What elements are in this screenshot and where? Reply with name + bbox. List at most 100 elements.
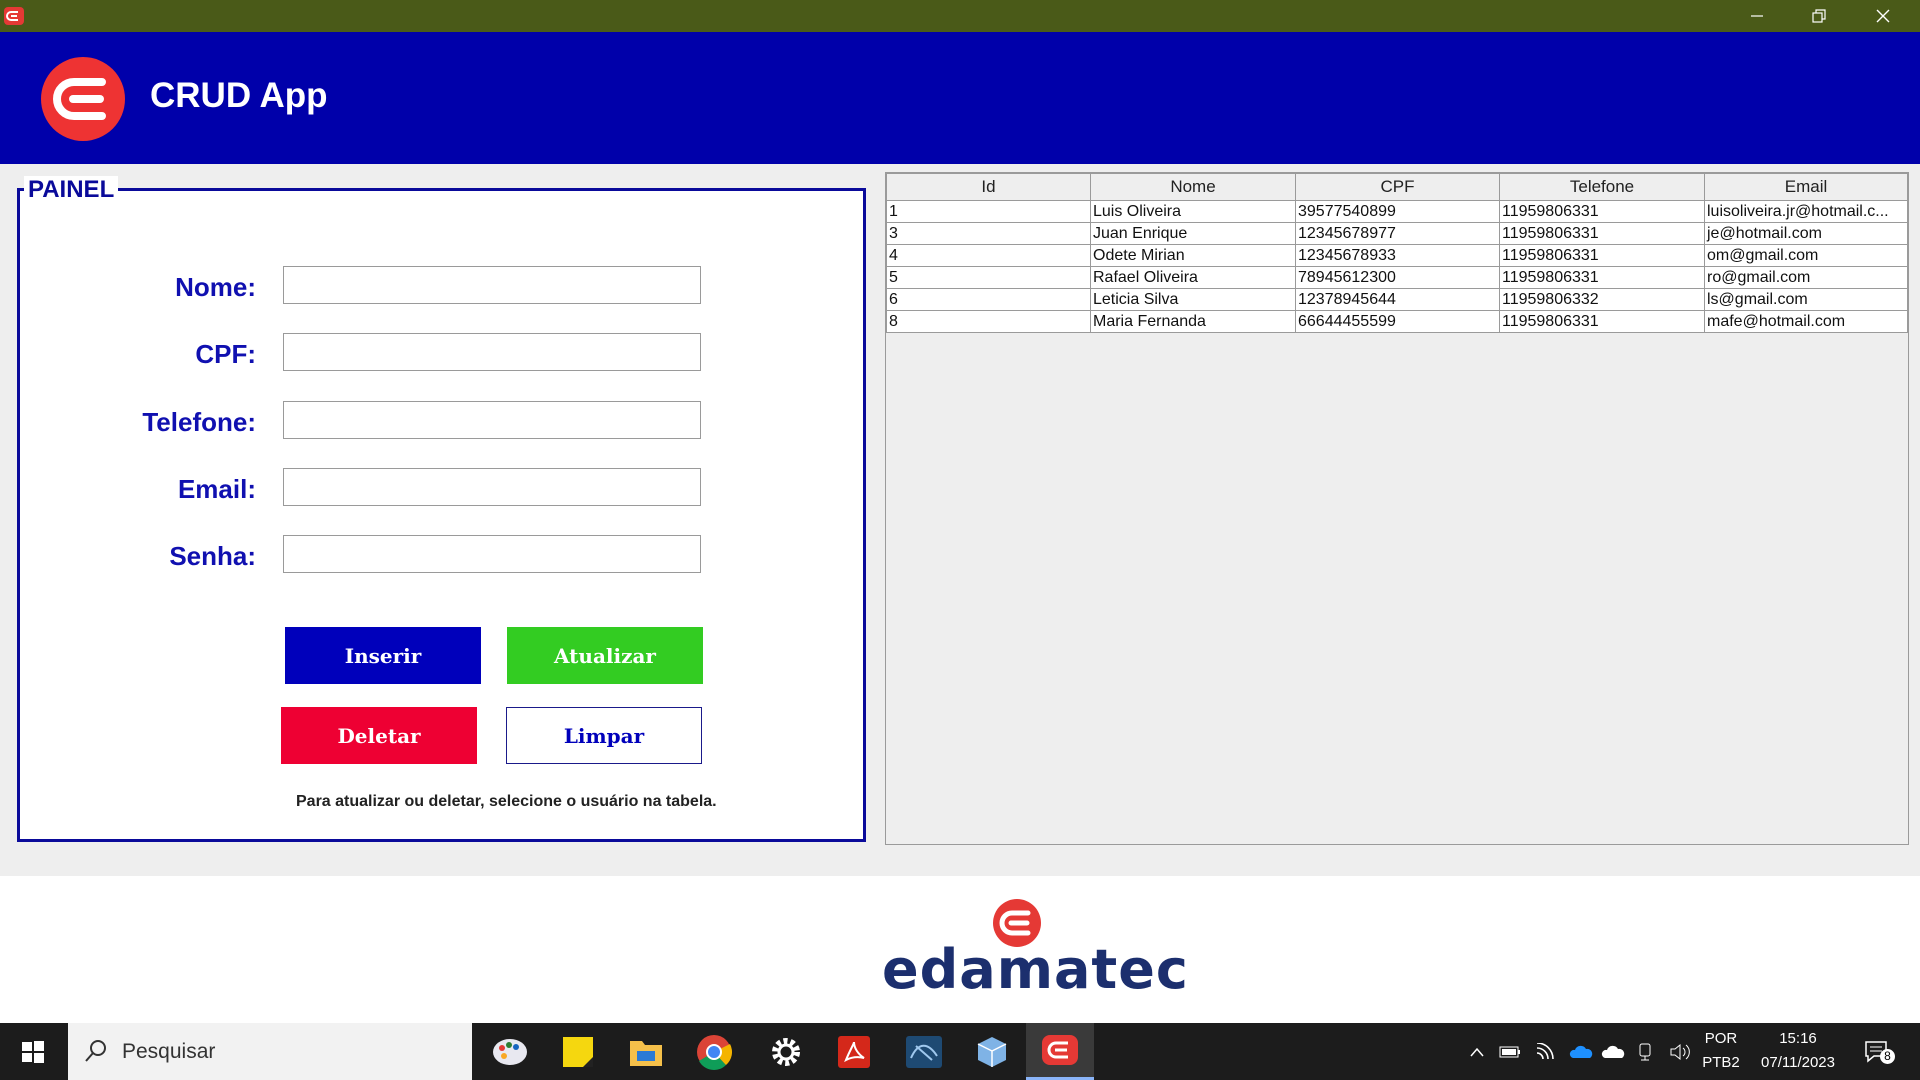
cell-cpf: 12345678933 [1295, 244, 1500, 267]
cell-email: ro@gmail.com [1704, 266, 1908, 289]
cell-telefone: 11959806331 [1499, 266, 1705, 289]
table-row[interactable]: 8 Maria Fernanda 66644455599 11959806331… [886, 310, 1908, 333]
wifi-icon [1536, 1042, 1554, 1059]
table-row[interactable]: 1 Luis Oliveira 39577540899 11959806331 … [886, 200, 1908, 223]
cell-cpf: 39577540899 [1295, 200, 1500, 223]
taskbar: Pesquisar POR PTB2 15:16 07/11/2023 8 [0, 1023, 1920, 1080]
taskbar-app-mysql-workbench[interactable] [890, 1023, 958, 1080]
search-placeholder: Pesquisar [122, 1040, 216, 1063]
taskbar-app-file-explorer[interactable] [612, 1023, 680, 1080]
cell-id: 4 [886, 244, 1091, 267]
chevron-up-icon [1470, 1047, 1484, 1056]
column-header-id[interactable]: Id [886, 173, 1091, 201]
cell-telefone: 11959806332 [1499, 288, 1705, 311]
language-code: POR [1704, 1030, 1738, 1047]
senha-label: Senha: [169, 541, 256, 571]
cell-nome: Luis Oliveira [1090, 200, 1296, 223]
telefone-label: Telefone: [142, 407, 256, 437]
tray-wifi[interactable] [1532, 1023, 1560, 1080]
cell-nome: Juan Enrique [1090, 222, 1296, 245]
table-row[interactable]: 3 Juan Enrique 12345678977 11959806331 j… [886, 222, 1908, 245]
windows-icon [22, 1040, 44, 1063]
cloud-icon [1601, 1045, 1625, 1058]
cell-email: om@gmail.com [1704, 244, 1908, 267]
limpar-button[interactable]: Limpar [506, 707, 702, 764]
cell-telefone: 11959806331 [1499, 222, 1705, 245]
app-header: CRUD App [0, 32, 1920, 164]
cpf-label: CPF: [195, 339, 256, 369]
clock-date: 07/11/2023 [1761, 1054, 1835, 1071]
battery-icon [1499, 1046, 1520, 1057]
taskbar-app-virtualbox[interactable] [958, 1023, 1026, 1080]
minimize-icon [1751, 15, 1763, 17]
cell-email: ls@gmail.com [1704, 288, 1908, 311]
tray-clock[interactable]: 15:16 07/11/2023 [1752, 1027, 1844, 1075]
cell-id: 5 [886, 266, 1091, 289]
tray-onedrive-white[interactable] [1598, 1023, 1628, 1080]
tray-overflow[interactable] [1466, 1023, 1488, 1080]
tray-battery[interactable] [1496, 1023, 1524, 1080]
table-row[interactable]: 5 Rafael Oliveira 78945612300 1195980633… [886, 266, 1908, 289]
panel-legend: PAINEL [24, 176, 119, 204]
start-button[interactable] [0, 1023, 66, 1080]
window-title-bar[interactable] [0, 0, 1920, 32]
edamatec-logo-icon [41, 57, 125, 141]
cell-nome: Maria Fernanda [1090, 310, 1296, 333]
telefone-field[interactable] [283, 401, 701, 439]
tray-notifications[interactable]: 8 [1858, 1023, 1898, 1080]
cell-cpf: 78945612300 [1295, 266, 1500, 289]
cell-telefone: 11959806331 [1499, 200, 1705, 223]
taskbar-app-acrobat[interactable] [820, 1023, 888, 1080]
nome-label: Nome: [175, 272, 256, 302]
taskbar-app-chrome[interactable] [680, 1023, 748, 1080]
cell-nome: Rafael Oliveira [1090, 266, 1296, 289]
inserir-button[interactable]: Inserir [285, 627, 481, 684]
close-button[interactable] [1852, 0, 1914, 32]
senha-field[interactable] [283, 535, 701, 573]
tray-volume[interactable] [1666, 1023, 1694, 1080]
cell-cpf: 66644455599 [1295, 310, 1500, 333]
users-table[interactable]: Id Nome CPF Telefone Email 1 Luis Olivei… [885, 172, 1909, 845]
footer: edamatec [0, 876, 1920, 1023]
keyboard-layout: PTB2 [1702, 1054, 1740, 1071]
edamatec-app-icon [1042, 1035, 1078, 1065]
restore-button[interactable] [1788, 0, 1850, 32]
table-row[interactable]: 4 Odete Mirian 12345678933 11959806331 o… [886, 244, 1908, 267]
tray-meet-now[interactable] [1632, 1023, 1658, 1080]
restore-icon [1812, 9, 1826, 23]
taskbar-search[interactable]: Pesquisar [68, 1023, 472, 1080]
cpf-field[interactable] [283, 333, 701, 371]
taskbar-app-crud[interactable] [1026, 1023, 1094, 1080]
cell-id: 3 [886, 222, 1091, 245]
taskbar-app-settings[interactable] [752, 1023, 820, 1080]
column-header-cpf[interactable]: CPF [1295, 173, 1500, 201]
paint-icon [493, 1038, 527, 1065]
nome-field[interactable] [283, 266, 701, 304]
acrobat-icon [838, 1035, 870, 1068]
cell-nome: Leticia Silva [1090, 288, 1296, 311]
table-row[interactable]: 6 Leticia Silva 12378945644 11959806332 … [886, 288, 1908, 311]
deletar-button[interactable]: Deletar [281, 707, 477, 764]
email-field[interactable] [283, 468, 701, 506]
column-header-nome[interactable]: Nome [1090, 173, 1296, 201]
virtualbox-icon [977, 1036, 1007, 1067]
clock-time: 15:16 [1779, 1030, 1817, 1047]
volume-icon [1670, 1043, 1690, 1060]
meet-now-icon [1639, 1043, 1651, 1060]
table-header-row: Id Nome CPF Telefone Email [886, 173, 1908, 201]
cell-cpf: 12345678977 [1295, 222, 1500, 245]
tray-onedrive-blue[interactable] [1566, 1023, 1596, 1080]
chrome-icon [697, 1034, 732, 1070]
notification-count-badge: 8 [1880, 1049, 1895, 1064]
mysql-workbench-icon [906, 1035, 942, 1068]
column-header-telefone[interactable]: Telefone [1499, 173, 1705, 201]
taskbar-app-paint[interactable] [476, 1023, 544, 1080]
atualizar-button[interactable]: Atualizar [507, 627, 703, 684]
taskbar-app-sticky-notes[interactable] [544, 1023, 612, 1080]
column-header-email[interactable]: Email [1704, 173, 1908, 201]
minimize-button[interactable] [1726, 0, 1788, 32]
tray-language[interactable]: POR PTB2 [1700, 1027, 1742, 1075]
onedrive-icon [1569, 1045, 1593, 1058]
app-title: CRUD App [150, 76, 328, 115]
cell-id: 6 [886, 288, 1091, 311]
